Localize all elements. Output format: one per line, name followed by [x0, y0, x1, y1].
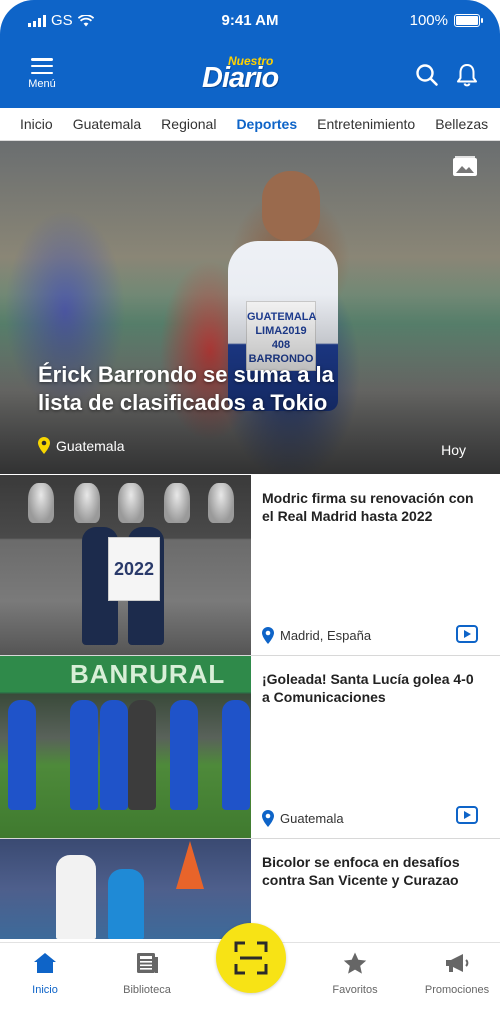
bib-text: GUATEMALA LIMA2019 408 BARRONDO: [247, 311, 317, 365]
star-icon: [343, 952, 367, 974]
hamburger-icon: [31, 58, 53, 74]
tab-bellezas[interactable]: Bellezas: [435, 116, 488, 132]
battery-icon: [454, 14, 483, 27]
menu-label: Menú: [28, 78, 56, 90]
scan-button[interactable]: [216, 923, 286, 993]
tab-entretenimiento[interactable]: Entretenimiento: [317, 116, 415, 132]
nav-favoritos[interactable]: Favoritos: [310, 951, 400, 996]
newspaper-icon: [137, 953, 158, 973]
article-title[interactable]: ¡Goleada! Santa Lucía golea 4-0 a Comuni…: [262, 670, 482, 706]
menu-button[interactable]: Menú: [20, 58, 64, 90]
tab-guatemala[interactable]: Guatemala: [73, 116, 141, 132]
article-thumbnail[interactable]: [0, 839, 251, 939]
hero-date: Hoy: [441, 442, 466, 458]
article-location-text: Madrid, España: [280, 628, 372, 643]
nav-inicio[interactable]: Inicio: [0, 951, 90, 996]
tab-regional[interactable]: Regional: [161, 116, 216, 132]
shirt-number: 2022: [108, 537, 160, 601]
tab-inicio[interactable]: Inicio: [20, 116, 53, 132]
bottom-navigation: Inicio Biblioteca Favoritos Promociones: [0, 923, 500, 1025]
hero-location-text: Guatemala: [56, 437, 125, 454]
battery-percent: 100%: [409, 12, 448, 29]
video-icon[interactable]: [456, 806, 478, 824]
hero-image-runner-head: [262, 171, 320, 241]
battery-indicator: 100%: [409, 12, 483, 29]
nav-biblioteca-label: Biblioteca: [123, 984, 171, 996]
nav-favoritos-label: Favoritos: [332, 984, 378, 996]
bell-icon[interactable]: [454, 62, 480, 88]
location-pin-icon: [38, 437, 50, 454]
hero-headline[interactable]: Érick Barrondo se suma a la lista de cla…: [38, 361, 368, 417]
scan-icon: [234, 941, 268, 975]
search-icon[interactable]: [414, 62, 440, 88]
article-location-text: Guatemala: [280, 811, 344, 826]
article-location: Guatemala: [262, 810, 344, 827]
category-tabs: Inicio Guatemala Regional Deportes Entre…: [0, 108, 500, 141]
article-title[interactable]: Bicolor se enfoca en desafíos contra San…: [262, 853, 482, 889]
hero-location: Guatemala: [38, 437, 124, 454]
status-bar: GS 9:41 AM 100%: [0, 0, 500, 44]
location-pin-icon: [262, 627, 274, 644]
article-card[interactable]: BANRURAL ¡Goleada! Santa Lucía golea 4-0…: [0, 656, 500, 839]
nav-promociones[interactable]: Promociones: [412, 951, 500, 996]
article-card[interactable]: 2022 Modric firma su renovación con el R…: [0, 475, 500, 656]
gallery-icon[interactable]: [452, 155, 478, 177]
location-pin-icon: [262, 810, 274, 827]
article-thumbnail[interactable]: 2022: [0, 475, 251, 655]
nav-inicio-label: Inicio: [32, 984, 58, 996]
nuestro-diario-logo[interactable]: Nuestro Diario: [200, 52, 304, 98]
home-icon: [34, 953, 56, 973]
tab-deportes[interactable]: Deportes: [236, 116, 297, 132]
logo-main-text: Diario: [202, 62, 279, 94]
nav-biblioteca[interactable]: Biblioteca: [102, 951, 192, 996]
megaphone-icon: [446, 954, 469, 972]
article-thumbnail[interactable]: BANRURAL: [0, 656, 251, 838]
app-bar: Menú Nuestro Diario: [0, 44, 500, 108]
video-icon[interactable]: [456, 625, 478, 643]
article-title[interactable]: Modric firma su renovación con el Real M…: [262, 489, 482, 525]
nav-promociones-label: Promociones: [424, 984, 490, 996]
hero-article[interactable]: GUATEMALA LIMA2019 408 BARRONDO Érick Ba…: [0, 141, 500, 474]
stadium-banner: BANRURAL: [0, 656, 251, 692]
article-location: Madrid, España: [262, 627, 371, 644]
